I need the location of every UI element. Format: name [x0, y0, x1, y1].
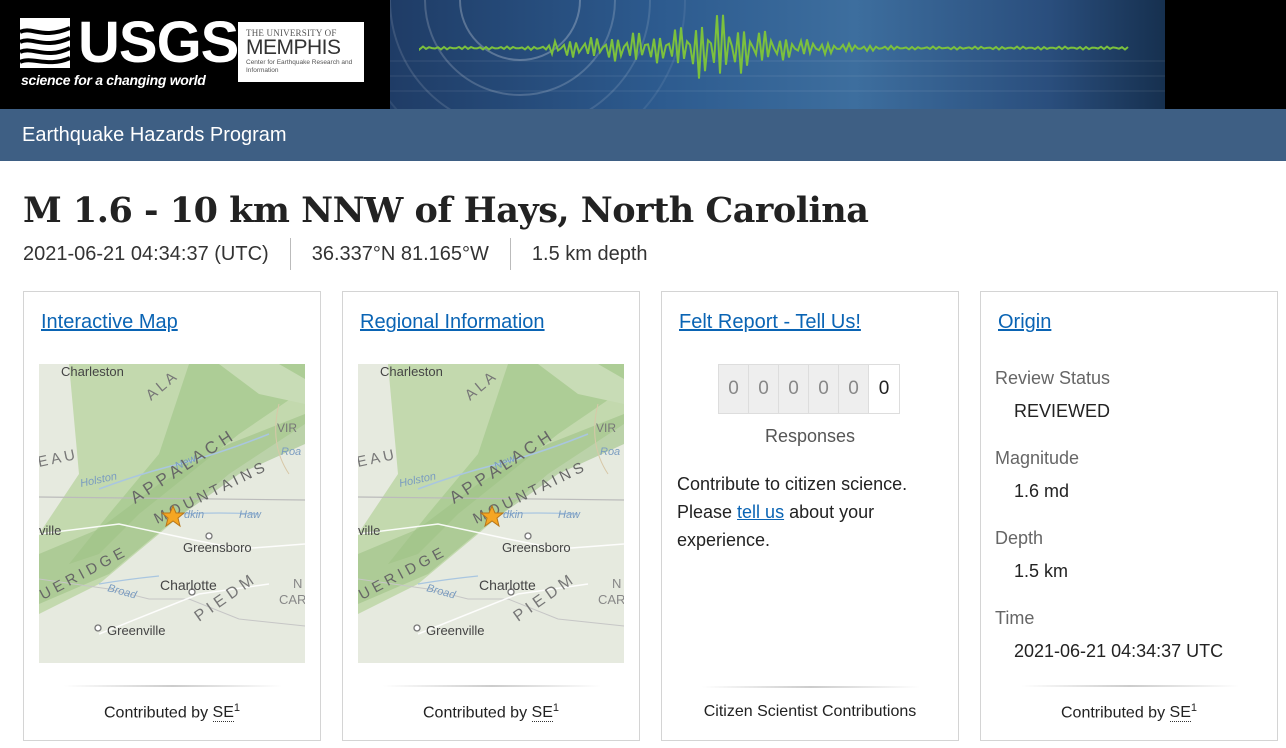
depth-value: 1.5 km: [1014, 561, 1069, 581]
responses-counter: 0 0 0 0 0 0: [718, 364, 900, 414]
map-label-greensboro: Greensboro: [502, 540, 571, 555]
card-divider: [702, 686, 920, 688]
card-divider: [383, 685, 601, 687]
contributor-abbr[interactable]: SE: [212, 704, 234, 723]
citizen-science-footer: Citizen Scientist Contributions: [703, 703, 917, 720]
magnitude-value: 1.6 md: [1014, 481, 1070, 501]
contributor-prefix: Contributed by: [104, 704, 213, 722]
map-label-roa: Roa: [281, 446, 301, 458]
review-status-value: REVIEWED: [1014, 401, 1111, 421]
map-label-vir: VIR: [596, 421, 616, 435]
usgs-wave-icon: [20, 18, 70, 68]
usgs-logo[interactable]: USGS science for a changing world: [20, 14, 239, 90]
review-status-label: Review Status: [995, 368, 1111, 388]
map-label-greenville: Greenville: [107, 623, 166, 638]
regional-map-thumbnail[interactable]: Charleston Greensboro Charlotte Greenvil…: [358, 364, 624, 663]
map-label-ville: ville: [39, 523, 61, 538]
map-label-charleston: Charleston: [61, 364, 124, 379]
event-meta: 2021-06-21 04:34:37 (UTC) 36.337°N 81.16…: [23, 237, 669, 271]
map-label-vir: VIR: [277, 421, 297, 435]
map-label-haw: Haw: [239, 509, 262, 521]
felt-description: Contribute to citizen science. Please te…: [677, 470, 937, 554]
counter-digit: 0: [869, 365, 899, 413]
depth-label: Depth: [995, 528, 1044, 548]
contributor-footnote: 1: [1190, 702, 1197, 714]
map-label-n: N: [612, 576, 621, 591]
memphis-logo[interactable]: THE UNIVERSITY OF MEMPHIS Center for Ear…: [238, 22, 364, 82]
tell-us-link[interactable]: tell us: [737, 502, 784, 522]
map-label-greenville: Greenville: [426, 623, 485, 638]
map-label-charlotte: Charlotte: [479, 577, 536, 593]
map-label-charleston: Charleston: [380, 364, 443, 379]
felt-text-line1: Contribute to citizen science.: [677, 474, 908, 494]
site-header: USGS science for a changing world THE UN…: [0, 0, 1286, 109]
program-title-link[interactable]: Earthquake Hazards Program: [22, 124, 287, 147]
counter-digit: 0: [719, 365, 749, 413]
contributor-footer: Contributed by SE1: [343, 702, 639, 723]
time-value: 2021-06-21 04:34:37 UTC: [1014, 641, 1224, 661]
counter-digit: 0: [809, 365, 839, 413]
origin-details: Review Status REVIEWED Magnitude 1.6 md …: [995, 366, 1265, 686]
region-map-image: Charleston Greensboro Charlotte Greenvil…: [39, 364, 305, 663]
region-map-image: Charleston Greensboro Charlotte Greenvil…: [358, 364, 624, 663]
responses-label: Responses: [764, 426, 856, 446]
contributor-footer: Contributed by SE1: [981, 702, 1277, 723]
interactive-map-thumbnail[interactable]: Charleston Greensboro Charlotte Greenvil…: [39, 364, 305, 663]
counter-digit: 0: [749, 365, 779, 413]
felt-report-card: Felt Report - Tell Us! 0 0 0 0 0 0 Respo…: [661, 291, 959, 741]
counter-digit: 0: [839, 365, 869, 413]
event-title: M 1.6 - 10 km NNW of Hays, North Carolin…: [23, 190, 869, 231]
map-label-n: N: [293, 576, 302, 591]
contributor-footnote: 1: [552, 702, 559, 714]
seismogram-graphic: [390, 0, 1165, 109]
regional-information-link[interactable]: Regional Information: [360, 311, 545, 334]
interactive-map-link[interactable]: Interactive Map: [41, 311, 178, 334]
memphis-name: MEMPHIS: [246, 36, 341, 59]
contributor-footnote: 1: [233, 702, 240, 714]
seismogram-banner: [390, 0, 1165, 109]
usgs-tagline: science for a changing world: [21, 72, 206, 88]
contributor-footer: Contributed by SE1: [24, 702, 320, 723]
contributor-prefix: Contributed by: [423, 704, 532, 722]
felt-report-link[interactable]: Felt Report - Tell Us!: [679, 311, 861, 334]
map-label-car: CAR: [279, 592, 305, 607]
contributor-abbr[interactable]: SE: [531, 704, 553, 723]
map-label-roa: Roa: [600, 446, 620, 458]
time-label: Time: [995, 608, 1035, 628]
regional-information-card: Regional Information Charleston Greensbo…: [342, 291, 640, 741]
origin-card: Origin Review Status REVIEWED Magnitude …: [980, 291, 1278, 741]
map-label-haw: Haw: [558, 509, 581, 521]
nav-bar: Earthquake Hazards Program: [0, 109, 1286, 161]
card-divider: [64, 685, 282, 687]
map-label-charlotte: Charlotte: [160, 577, 217, 593]
usgs-wordmark: USGS: [78, 10, 239, 75]
map-label-greensboro: Greensboro: [183, 540, 252, 555]
map-label-car: CAR: [598, 592, 624, 607]
event-location: 36.337°N 81.165°W: [289, 238, 510, 270]
felt-text-please: Please: [677, 502, 738, 522]
map-label-ville: ville: [358, 523, 380, 538]
event-time: 2021-06-21 04:34:37 (UTC): [23, 243, 269, 265]
interactive-map-card: Interactive Map Charleston Greensboro Ch…: [23, 291, 321, 741]
event-depth: 1.5 km depth: [509, 238, 669, 270]
contributor-abbr[interactable]: SE: [1169, 704, 1191, 723]
contributor-prefix: Contributed by: [1061, 704, 1170, 722]
counter-digit: 0: [779, 365, 809, 413]
memphis-subtitle: Center for Earthquake Research and Infor…: [246, 59, 353, 74]
origin-link[interactable]: Origin: [998, 311, 1051, 334]
card-divider: [1021, 685, 1239, 687]
magnitude-label: Magnitude: [995, 448, 1080, 468]
